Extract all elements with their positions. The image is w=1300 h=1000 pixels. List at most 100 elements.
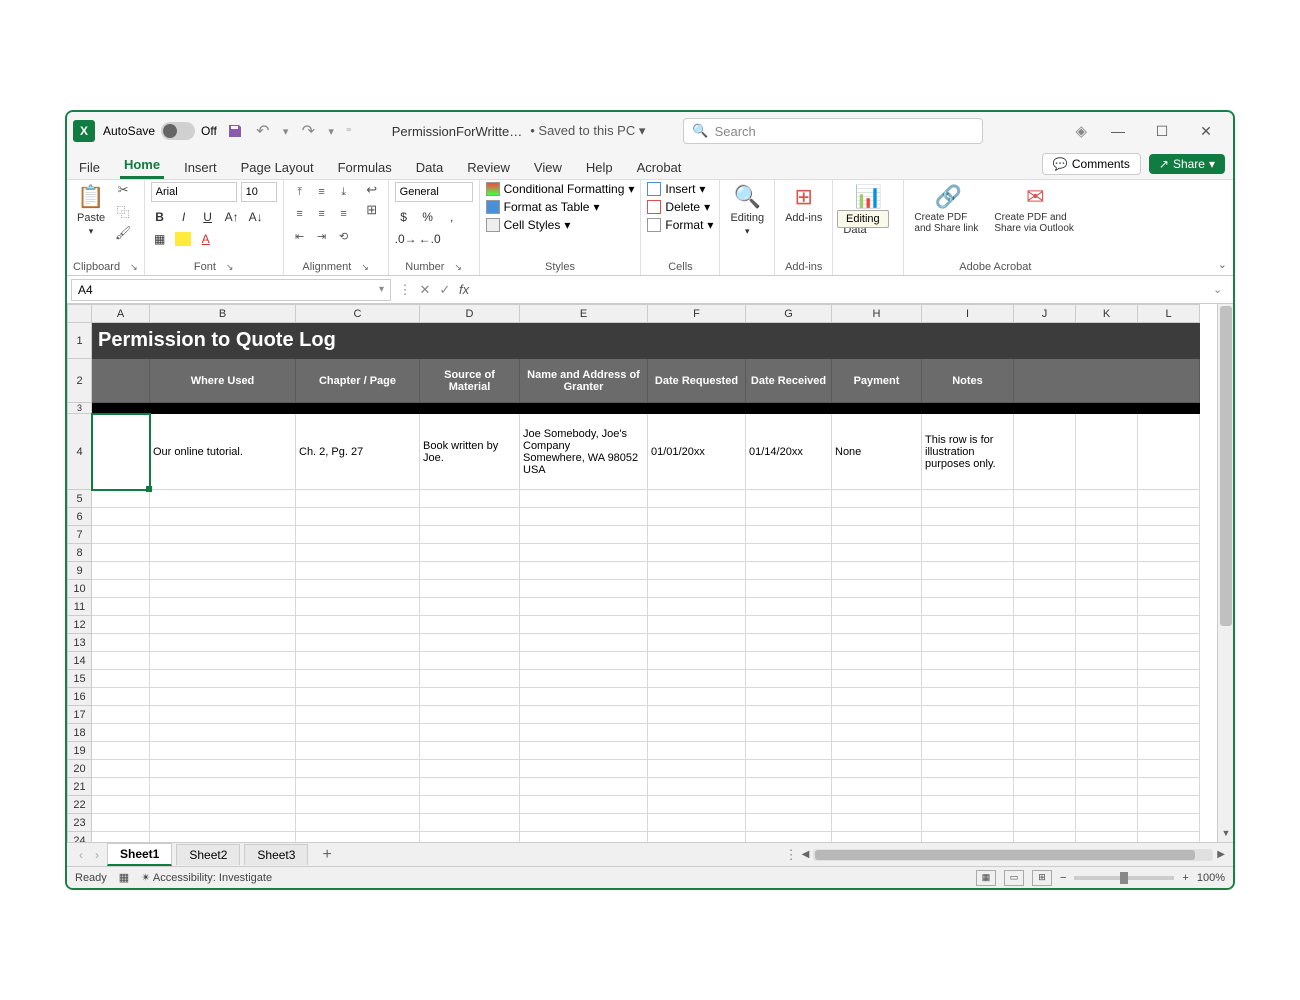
cell[interactable] (150, 796, 296, 814)
col-header-C[interactable]: C (296, 305, 420, 323)
comments-button[interactable]: 💬 Comments (1042, 153, 1141, 175)
cell[interactable] (746, 526, 832, 544)
vertical-scrollbar[interactable]: ▲ ▼ (1217, 304, 1233, 842)
undo-icon[interactable]: ↶ (253, 121, 273, 141)
row-header-15[interactable]: 15 (68, 670, 92, 688)
col-header-I[interactable]: I (922, 305, 1014, 323)
cell[interactable] (296, 724, 420, 742)
cell[interactable] (922, 814, 1014, 832)
col-header-D[interactable]: D (420, 305, 520, 323)
cell[interactable] (648, 652, 746, 670)
cell[interactable] (832, 760, 922, 778)
cell[interactable] (746, 796, 832, 814)
cell[interactable] (648, 526, 746, 544)
cell[interactable] (520, 706, 648, 724)
cell[interactable] (648, 832, 746, 843)
col-header-G[interactable]: G (746, 305, 832, 323)
cell[interactable] (296, 580, 420, 598)
zoom-slider[interactable] (1074, 876, 1174, 880)
cell[interactable] (648, 634, 746, 652)
enter-formula[interactable]: ✓ (435, 282, 455, 298)
cell[interactable] (1014, 742, 1076, 760)
cell[interactable] (832, 598, 922, 616)
cell[interactable] (296, 634, 420, 652)
font-launcher[interactable]: ↘ (226, 262, 234, 273)
cell[interactable] (832, 832, 922, 843)
increase-decimal[interactable]: .0→ (395, 232, 413, 246)
cell[interactable] (1076, 580, 1138, 598)
col-header-J[interactable]: J (1014, 305, 1076, 323)
cell[interactable] (1014, 778, 1076, 796)
cell[interactable] (150, 490, 296, 508)
cell[interactable] (296, 778, 420, 796)
cell[interactable] (296, 526, 420, 544)
cell-styles[interactable]: Cell Styles ▾ (486, 218, 635, 232)
cell[interactable] (746, 760, 832, 778)
orientation-button[interactable]: ⟲ (334, 226, 354, 246)
hscroll-left[interactable]: ◀ (802, 849, 810, 860)
cell[interactable] (648, 706, 746, 724)
header-cell[interactable]: Date Requested (648, 359, 746, 403)
cell[interactable] (922, 580, 1014, 598)
cell[interactable] (420, 544, 520, 562)
tab-file[interactable]: File (75, 156, 104, 179)
cell-E4[interactable]: Joe Somebody, Joe's Company Somewhere, W… (520, 414, 648, 490)
number-launcher[interactable]: ↘ (454, 262, 462, 273)
font-size-select[interactable] (241, 182, 277, 202)
redo-dropdown[interactable]: ▾ (326, 125, 336, 138)
cell[interactable] (92, 562, 150, 580)
cell[interactable] (648, 814, 746, 832)
cell[interactable] (296, 742, 420, 760)
cell[interactable] (1014, 580, 1076, 598)
cell[interactable] (420, 562, 520, 580)
cell[interactable] (1076, 706, 1138, 724)
cell[interactable] (520, 724, 648, 742)
create-pdf-outlook[interactable]: ✉ Create PDF and Share via Outlook (990, 182, 1080, 236)
tab-view[interactable]: View (530, 156, 566, 179)
cell[interactable] (1076, 562, 1138, 580)
cell[interactable] (150, 652, 296, 670)
cell[interactable] (1138, 544, 1200, 562)
cell[interactable] (922, 760, 1014, 778)
maximize-button[interactable]: ☐ (1149, 118, 1175, 144)
cell[interactable] (922, 544, 1014, 562)
create-pdf-link[interactable]: 🔗 Create PDF and Share link (910, 182, 986, 236)
cell-B4[interactable]: Our online tutorial. (150, 414, 296, 490)
col-header-E[interactable]: E (520, 305, 648, 323)
row-header-12[interactable]: 12 (68, 616, 92, 634)
cell[interactable] (1138, 814, 1200, 832)
redo-icon[interactable]: ↷ (298, 121, 318, 141)
cell[interactable] (92, 670, 150, 688)
fx-icon[interactable]: fx (455, 282, 473, 297)
cell[interactable] (92, 634, 150, 652)
cell[interactable] (832, 544, 922, 562)
cell[interactable] (420, 634, 520, 652)
cell[interactable] (420, 688, 520, 706)
cell[interactable] (648, 508, 746, 526)
cell[interactable] (520, 652, 648, 670)
cell[interactable] (746, 706, 832, 724)
cell[interactable] (832, 634, 922, 652)
cell[interactable] (1014, 634, 1076, 652)
cell[interactable] (150, 562, 296, 580)
cell[interactable] (746, 508, 832, 526)
cell[interactable] (1014, 814, 1076, 832)
font-color-button[interactable]: A (197, 232, 215, 246)
cell[interactable] (296, 670, 420, 688)
cell[interactable] (832, 670, 922, 688)
cell[interactable] (1014, 414, 1076, 490)
number-format-select[interactable] (395, 182, 473, 202)
formula-menu[interactable]: ⋮ (395, 282, 415, 298)
cell[interactable] (296, 796, 420, 814)
tab-acrobat[interactable]: Acrobat (633, 156, 686, 179)
cell[interactable] (1076, 724, 1138, 742)
merge-button[interactable]: ⊞ (362, 202, 382, 218)
sheet-tab-3[interactable]: Sheet3 (244, 844, 308, 865)
cell[interactable] (1138, 670, 1200, 688)
cell[interactable] (520, 688, 648, 706)
cell[interactable] (150, 742, 296, 760)
cell[interactable] (150, 832, 296, 843)
cell[interactable] (1014, 796, 1076, 814)
underline-button[interactable]: U (199, 210, 217, 224)
cell[interactable] (150, 580, 296, 598)
